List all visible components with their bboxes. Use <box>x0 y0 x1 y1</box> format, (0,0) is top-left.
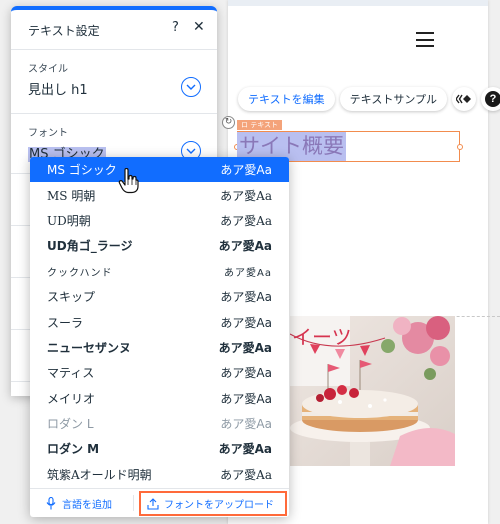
font-option-sample: あア愛Aa <box>220 417 272 432</box>
help-button[interactable]: ? <box>481 87 500 111</box>
upload-font-label: フォントをアップロード <box>164 500 274 511</box>
font-option-name: ニューセザンヌ <box>47 340 132 355</box>
font-option-sample: あア愛Aa <box>218 239 272 254</box>
panel-header: テキスト設定 ? ✕ <box>11 10 217 50</box>
font-option-new-cezanne[interactable]: ニューセザンヌ あア愛Aa <box>30 335 289 360</box>
font-option-cookhand[interactable]: クックハンド あア愛Aa <box>30 259 289 284</box>
font-option-sample: あア愛Aa <box>220 213 272 228</box>
font-option-sample: あア愛Aa <box>220 163 272 178</box>
style-value[interactable]: 見出し h1 <box>28 79 88 98</box>
add-language-button[interactable]: 言語を追加 <box>46 496 112 511</box>
text-sample-button[interactable]: テキストサンプル <box>339 87 448 111</box>
hand-pointer-icon <box>118 168 139 194</box>
photo-overlay-text: イーツ <box>292 325 352 349</box>
font-option-ms-gothic[interactable]: MS ゴシック あア愛Aa <box>30 157 289 183</box>
font-option-name: マティス <box>47 366 95 381</box>
font-option-sample: あア愛Aa <box>224 267 272 279</box>
font-option-sample: あア愛Aa <box>220 188 272 203</box>
font-option-sample: あア愛Aa <box>218 340 272 355</box>
font-option-name: UD角ゴ_ラージ <box>47 239 133 254</box>
font-option-rodin-m[interactable]: ロダン M あア愛Aa <box>30 436 289 461</box>
font-option-name: スーラ <box>47 315 84 330</box>
font-option-name: スキップ <box>47 290 96 305</box>
chevron-down-icon <box>186 84 196 90</box>
add-language-label: 言語を追加 <box>62 500 112 511</box>
animation-button[interactable] <box>452 87 477 111</box>
font-option-name: ロダン M <box>47 442 100 457</box>
font-option-name: ロダン L <box>47 417 94 432</box>
font-option-tsukushi-a-old-mincho[interactable]: 筑紫Aオールド明朝 あア愛Aa <box>30 462 289 487</box>
font-option-sample: あア愛Aa <box>220 290 272 305</box>
font-option-matisse[interactable]: マティス あア愛Aa <box>30 360 289 385</box>
cake-photo[interactable]: イーツ <box>290 316 455 466</box>
cake-photo-illustration: イーツ <box>290 316 455 466</box>
font-option-sample: あア愛Aa <box>220 391 272 406</box>
chevron-down-icon <box>186 148 196 154</box>
style-section: スタイル 見出し h1 <box>11 50 217 114</box>
panel-close-button[interactable]: ✕ <box>193 19 205 35</box>
upload-font-button[interactable]: フォントをアップロード <box>139 491 287 516</box>
font-label: フォント <box>28 128 68 139</box>
style-label: スタイル <box>28 64 68 75</box>
font-option-sample: あア愛Aa <box>220 315 272 330</box>
upload-icon <box>147 497 159 510</box>
diamond-arrows-icon <box>456 94 472 104</box>
font-option-meiryo[interactable]: メイリオ あア愛Aa <box>30 386 289 411</box>
rotate-handle-icon[interactable]: ↻ <box>222 116 235 129</box>
font-option-ms-mincho[interactable]: MS 明朝 あア愛Aa <box>30 182 289 207</box>
footer-divider <box>133 495 134 511</box>
font-option-name: UD明朝 <box>47 213 91 228</box>
font-option-sample: あア愛Aa <box>220 366 272 381</box>
hamburger-menu-icon[interactable] <box>416 32 434 47</box>
help-icon: ? <box>485 91 500 107</box>
font-option-skip[interactable]: スキップ あア愛Aa <box>30 284 289 309</box>
font-option-rodin-l[interactable]: ロダン L あア愛Aa <box>30 411 289 436</box>
microphone-icon <box>46 497 56 510</box>
font-option-sample: あア愛Aa <box>218 442 272 457</box>
font-option-sample: あア愛Aa <box>220 467 272 482</box>
panel-help-button[interactable]: ? <box>172 20 179 35</box>
font-option-ud-kakugo-large[interactable]: UD角ゴ_ラージ あア愛Aa <box>30 233 289 258</box>
font-option-name: メイリオ <box>47 391 96 406</box>
style-dropdown-button[interactable] <box>181 77 201 97</box>
resize-handle-right[interactable] <box>457 144 463 150</box>
font-option-ud-mincho[interactable]: UD明朝 あア愛Aa <box>30 208 289 233</box>
panel-title: テキスト設定 <box>28 24 100 38</box>
edit-text-button[interactable]: テキストを編集 <box>238 87 335 111</box>
font-dropdown-list: MS ゴシック あア愛Aa MS 明朝 あア愛Aa UD明朝 あア愛Aa UD角… <box>30 157 289 517</box>
font-option-name: クックハンド <box>47 267 113 279</box>
font-option-name: 筑紫Aオールド明朝 <box>47 467 152 482</box>
element-type-tag: ロ テキスト <box>237 120 283 130</box>
canvas-top-strip <box>228 0 488 6</box>
font-option-sura[interactable]: スーラ あア愛Aa <box>30 309 289 334</box>
font-options: MS ゴシック あア愛Aa MS 明朝 あア愛Aa UD明朝 あア愛Aa UD角… <box>30 157 289 488</box>
text-element-toolbar: テキストを編集 テキストサンプル ? <box>238 87 500 111</box>
